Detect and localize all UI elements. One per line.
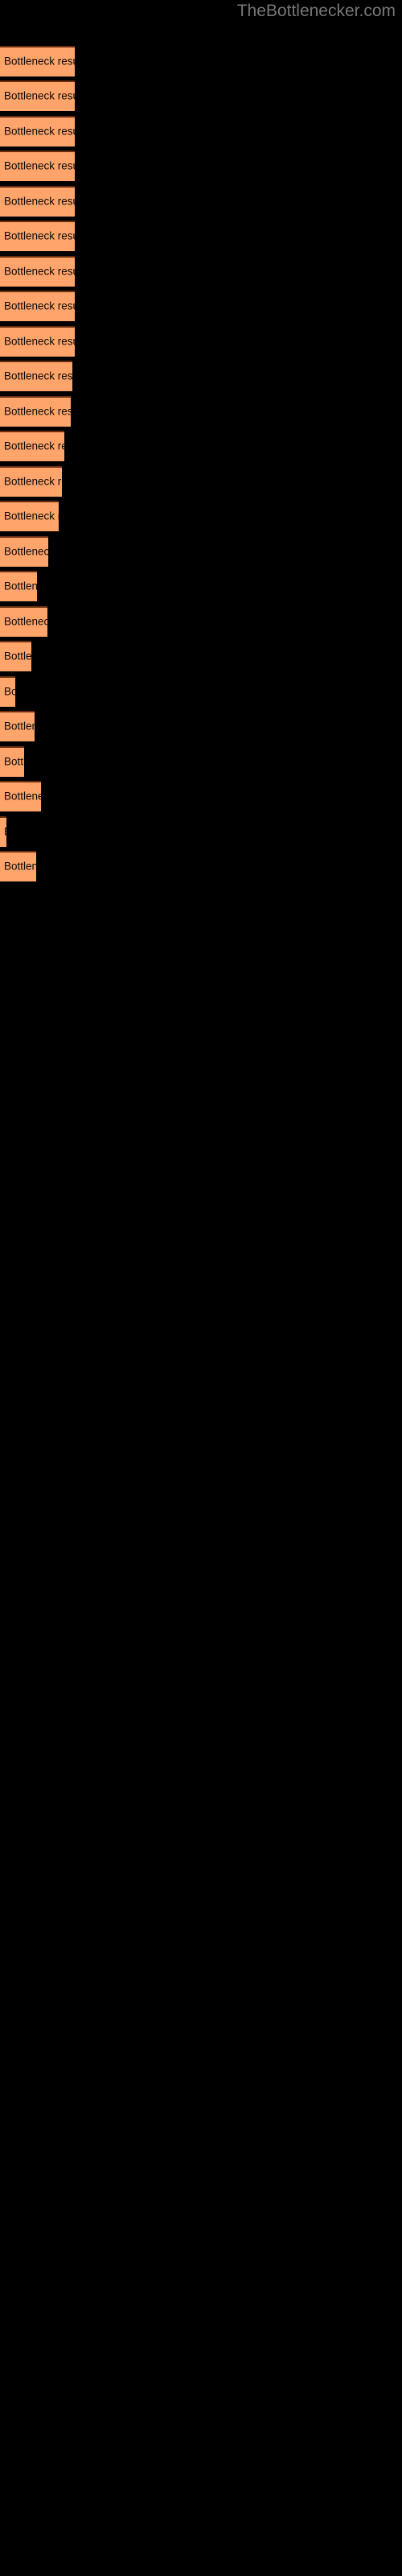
bar-clip: Bottleneck result — [0, 116, 75, 147]
bar-17[interactable] — [0, 606, 47, 637]
bar-clip: Bottleneck result — [0, 746, 24, 777]
bottleneck-bar-chart: Bottleneck result Bottleneck result Bottle… — [0, 0, 402, 1771]
bar-24[interactable] — [0, 851, 36, 881]
bar-20[interactable] — [0, 711, 35, 741]
bar-clip: Bottleneck result — [0, 641, 31, 671]
bar-23[interactable] — [0, 816, 6, 847]
bar-8[interactable] — [0, 291, 75, 321]
bar-3[interactable] — [0, 116, 75, 147]
bar-21[interactable] — [0, 746, 24, 777]
bar-clip: Bottleneck result — [0, 816, 6, 847]
bar-14[interactable] — [0, 501, 59, 531]
bar-clip: Bottleneck result — [0, 221, 75, 251]
bar-clip: Bottleneck result — [0, 151, 75, 181]
bar-15[interactable] — [0, 536, 48, 567]
bar-19[interactable] — [0, 676, 15, 707]
bar-2[interactable] — [0, 80, 75, 111]
bar-18[interactable] — [0, 641, 31, 671]
bar-13[interactable] — [0, 466, 62, 497]
bar-clip: Bottleneck result — [0, 186, 75, 217]
bar-clip: Bottleneck result — [0, 536, 48, 567]
bar-clip: Bottleneck result — [0, 781, 41, 811]
bar-22[interactable] — [0, 781, 41, 811]
bar-clip: Bottleneck result — [0, 46, 75, 76]
bar-clip: Bottleneck result — [0, 851, 36, 881]
bar-clip: Bottleneck result — [0, 80, 75, 111]
bar-clip: Bottleneck result — [0, 361, 72, 391]
bar-clip: Bottleneck result — [0, 571, 37, 601]
bar-clip: Bottleneck result — [0, 291, 75, 321]
bar-10[interactable] — [0, 361, 72, 391]
bar-7[interactable] — [0, 256, 75, 287]
bar-9[interactable] — [0, 326, 75, 357]
bar-16[interactable] — [0, 571, 37, 601]
bar-clip: Bottleneck result — [0, 676, 15, 707]
page-root: TheBottlenecker.com Bottleneck resultBot… — [0, 0, 402, 2576]
bar-4[interactable] — [0, 151, 75, 181]
bar-clip: Bottleneck result — [0, 256, 75, 287]
bar-12[interactable] — [0, 431, 64, 461]
bar-clip: Bottleneck result — [0, 396, 71, 427]
bar-clip: Bottleneck result — [0, 606, 47, 637]
bar-clip: Bottleneck result — [0, 711, 35, 741]
bar-5[interactable] — [0, 186, 75, 217]
bar-clip: Bottleneck result — [0, 326, 75, 357]
bar-clip: Bottleneck result — [0, 466, 62, 497]
bar-clip: Bottleneck result — [0, 431, 64, 461]
bar-1[interactable] — [0, 46, 75, 76]
bar-11[interactable] — [0, 396, 71, 427]
bar-6[interactable] — [0, 221, 75, 251]
bar-clip: Bottleneck result — [0, 501, 59, 531]
